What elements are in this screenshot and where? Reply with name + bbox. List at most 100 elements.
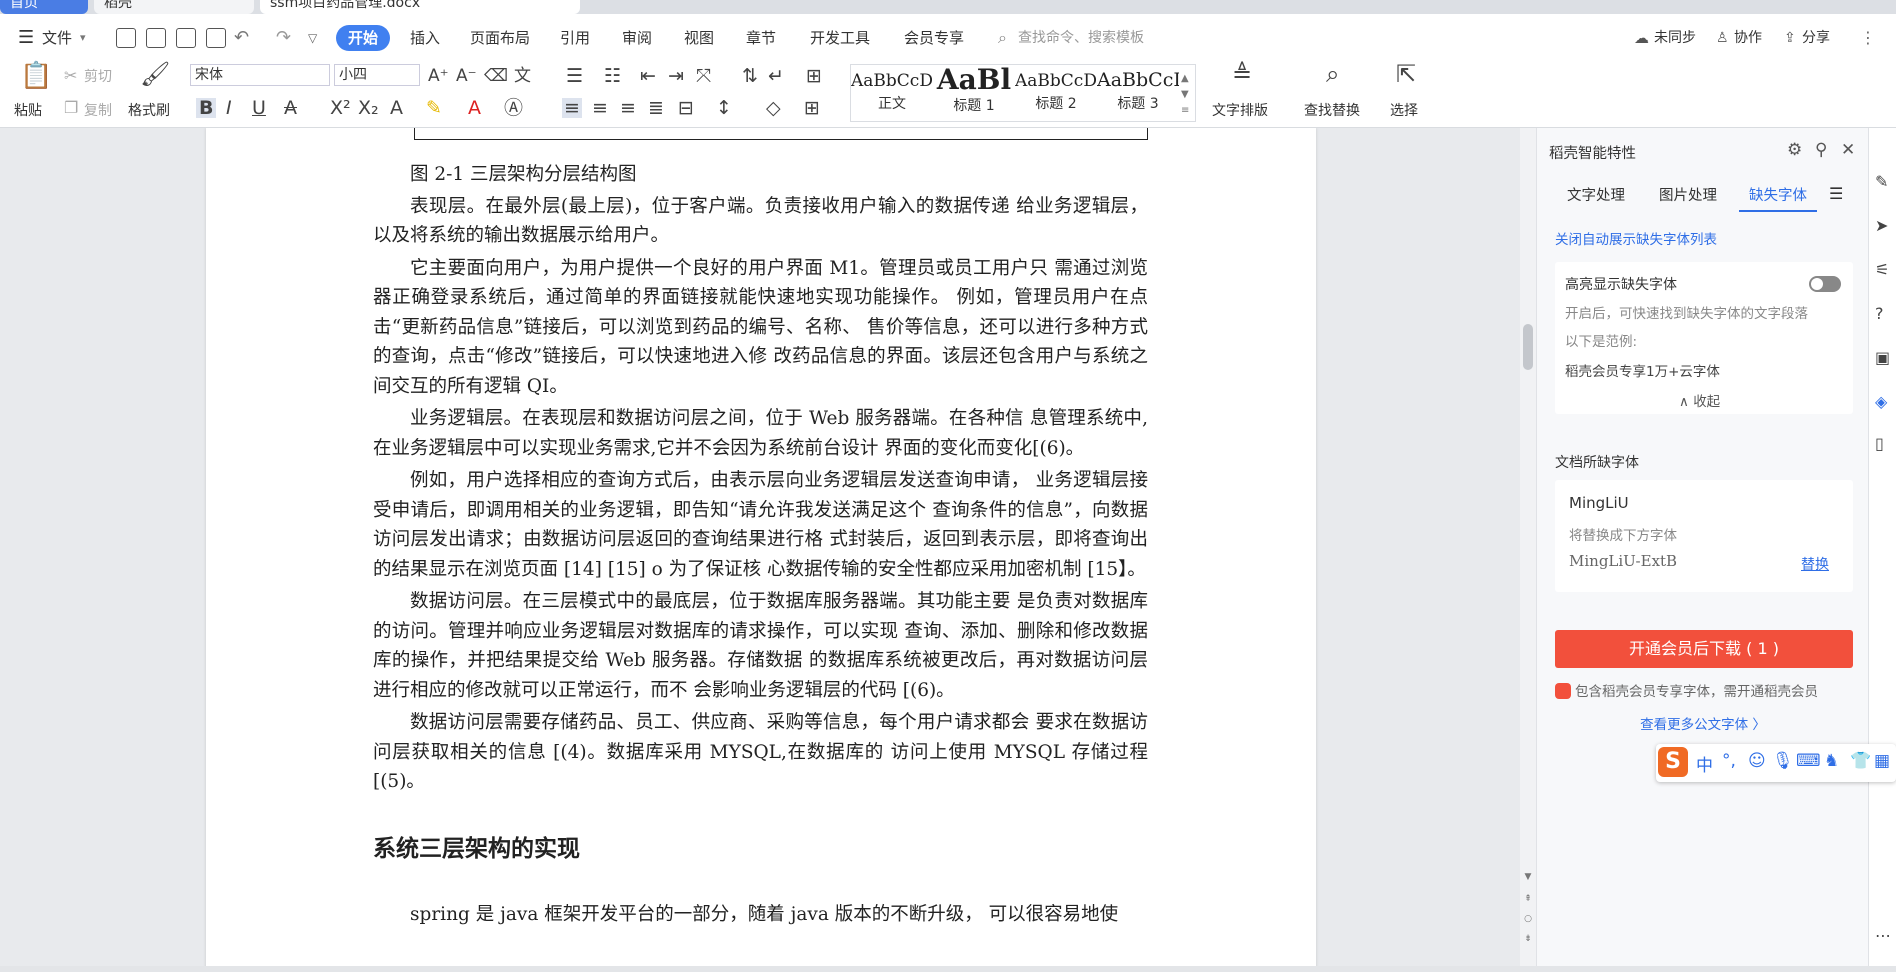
text-direction-icon[interactable]: ⤧ — [696, 66, 711, 86]
ime-toolbar[interactable]: S 中 °, ☺ 🎙 ⌨ ♞ 👕 ▦ — [1656, 744, 1896, 782]
sort-icon[interactable]: ⇅ — [742, 66, 758, 86]
format-painter-button[interactable]: 格式刷 — [128, 100, 170, 120]
collapse-button[interactable]: ∧ 收起 — [1679, 390, 1720, 410]
style-normal[interactable]: AaBbCcDd 正文 — [851, 65, 933, 121]
style-heading-2[interactable]: AaBbCcDd 标题 2 — [1015, 65, 1097, 121]
hamburger-icon[interactable]: ☰ — [18, 25, 34, 51]
copy-button[interactable]: 复制 — [84, 100, 112, 120]
style-heading-3[interactable]: AaBbCcI 标题 3 — [1097, 65, 1179, 121]
align-right-icon[interactable]: ≡ — [620, 98, 636, 118]
more-options-icon[interactable]: ⋮ — [1860, 25, 1876, 51]
menu-references[interactable]: 引用 — [560, 25, 590, 51]
undo-icon[interactable]: ↶ — [234, 25, 249, 51]
panel-title[interactable]: 稻壳智能特性 — [1549, 142, 1636, 163]
image-icon[interactable]: ▣ — [1875, 348, 1890, 367]
find-replace-button[interactable]: 查找替换 — [1304, 100, 1360, 120]
ime-keyboard-icon[interactable]: ⌨ — [1796, 751, 1821, 771]
ime-emoji-icon[interactable]: ☺ — [1748, 751, 1766, 771]
more-tools-icon[interactable]: ⋯ — [1875, 926, 1891, 945]
clear-format-icon[interactable]: ⌫ — [484, 66, 508, 86]
pen-icon[interactable]: ✎ — [1875, 172, 1888, 191]
cut-button[interactable]: 剪切 — [84, 66, 112, 86]
line-spacing-icon[interactable]: ↕ — [716, 98, 732, 118]
subscript-icon[interactable]: X₂ — [358, 98, 379, 118]
borders-icon[interactable]: ⊞ — [804, 98, 820, 118]
text-effect-icon[interactable]: A — [390, 98, 403, 118]
cursor-icon[interactable]: ➤ — [1875, 216, 1888, 235]
underline-icon[interactable]: U — [252, 98, 266, 118]
font-color-icon[interactable]: A — [468, 98, 481, 118]
ime-language-mode[interactable]: 中 — [1696, 751, 1713, 776]
menu-developer[interactable]: 开发工具 — [810, 25, 870, 51]
next-page-icon[interactable]: ⇟ — [1523, 934, 1533, 944]
tab-text-processing[interactable]: 文字处理 — [1567, 184, 1625, 205]
close-icon[interactable]: ✕ — [1841, 140, 1855, 160]
paste-button[interactable]: 粘贴 — [14, 100, 42, 120]
ime-skin-icon[interactable]: ♞ — [1824, 751, 1839, 771]
ime-toolbox-icon[interactable]: 👕 — [1850, 751, 1871, 771]
command-search-input[interactable]: 查找命令、搜索模板 — [1018, 25, 1144, 51]
save-icon[interactable] — [116, 28, 136, 48]
scrollbar-thumb[interactable] — [1523, 324, 1533, 370]
help-icon[interactable]: ? — [1875, 304, 1884, 323]
highlight-toggle[interactable] — [1809, 276, 1841, 292]
italic-icon[interactable]: I — [226, 98, 232, 118]
magnifier-icon[interactable]: ⌕ — [1326, 62, 1339, 86]
share-button[interactable]: 分享 — [1802, 25, 1830, 51]
tab-image-processing[interactable]: 图片处理 — [1659, 184, 1717, 205]
select-browse-icon[interactable]: ○ — [1523, 914, 1533, 924]
document-body[interactable]: 图 2-1 三层架构分层结构图 表现层。在最外层(最上层)，位于客户端。负责接收… — [373, 160, 1148, 933]
format-painter-icon[interactable]: 🖌 — [140, 62, 170, 86]
tab-daoke[interactable]: 稻壳 — [94, 0, 254, 14]
show-marks-icon[interactable]: ↵ — [768, 66, 784, 86]
customize-quickaccess-icon[interactable]: ▽ — [308, 25, 317, 51]
sync-status[interactable]: 未同步 — [1654, 25, 1696, 51]
menu-review[interactable]: 审阅 — [622, 25, 652, 51]
close-auto-show-link[interactable]: 关闭自动展示缺失字体列表 — [1555, 228, 1717, 248]
menu-home[interactable]: 开始 — [336, 25, 391, 51]
style-heading-1[interactable]: AaBl 标题 1 — [933, 65, 1015, 121]
menu-insert[interactable]: 插入 — [410, 25, 440, 51]
pin-icon[interactable]: ⚲ — [1815, 140, 1827, 160]
grow-font-icon[interactable]: A⁺ — [428, 66, 449, 86]
menu-chapter[interactable]: 章节 — [746, 25, 776, 51]
text-layout-icon[interactable]: ≜ — [1232, 62, 1252, 86]
collab-button[interactable]: 协作 — [1734, 25, 1762, 51]
justify-icon[interactable]: ≣ — [648, 98, 664, 118]
increase-indent-icon[interactable]: ⇥ — [668, 66, 684, 86]
highlight-icon[interactable]: ✎ — [426, 98, 442, 118]
shrink-font-icon[interactable]: A⁻ — [456, 66, 477, 86]
menu-file[interactable]: 文件 — [42, 25, 72, 51]
shading-icon[interactable]: ◇ — [766, 98, 781, 118]
settings-icon[interactable]: ⚙ — [1787, 140, 1802, 160]
redo-icon[interactable]: ↷ — [276, 25, 291, 51]
ime-voice-icon[interactable]: 🎙 — [1772, 751, 1794, 771]
menu-page-layout[interactable]: 页面布局 — [470, 25, 530, 51]
style-more-icon[interactable]: ≡ — [1181, 101, 1189, 121]
distribute-icon[interactable]: ⊟ — [678, 98, 694, 118]
smart-feature-icon[interactable]: ◈ — [1875, 392, 1887, 411]
download-fonts-button[interactable]: 开通会员后下载 ( 1 ) — [1555, 630, 1853, 668]
more-fonts-link[interactable]: 查看更多公文字体 〉 — [1537, 713, 1869, 733]
decrease-indent-icon[interactable]: ⇤ — [640, 66, 656, 86]
strikethrough-icon[interactable]: A — [284, 98, 297, 118]
bullet-list-icon[interactable]: ☰ — [566, 66, 583, 86]
chevron-down-icon[interactable]: ▾ — [80, 25, 86, 51]
book-icon[interactable]: ▯ — [1875, 434, 1884, 453]
font-size-select[interactable]: 小四 — [334, 64, 420, 86]
menu-view[interactable]: 视图 — [684, 25, 714, 51]
sogou-logo[interactable]: S — [1658, 747, 1688, 777]
select-button[interactable]: 选择 — [1390, 100, 1418, 120]
panel-menu-icon[interactable]: ☰ — [1829, 184, 1843, 203]
print-icon[interactable] — [176, 28, 196, 48]
tab-missing-fonts[interactable]: 缺失字体 — [1749, 184, 1807, 205]
export-pdf-icon[interactable] — [146, 28, 166, 48]
ime-punctuation-icon[interactable]: °, — [1722, 751, 1736, 771]
print-preview-icon[interactable] — [206, 28, 226, 48]
adjust-icon[interactable]: ⚟ — [1875, 260, 1889, 279]
tab-document[interactable]: ssm项目药品管理.docx — [260, 0, 580, 14]
scroll-down-icon[interactable]: ▼ — [1523, 872, 1533, 882]
phonetic-guide-icon[interactable]: 文 — [514, 66, 531, 86]
tab-home[interactable]: 首页 — [0, 0, 88, 14]
font-name-select[interactable]: 宋体 — [190, 64, 330, 86]
